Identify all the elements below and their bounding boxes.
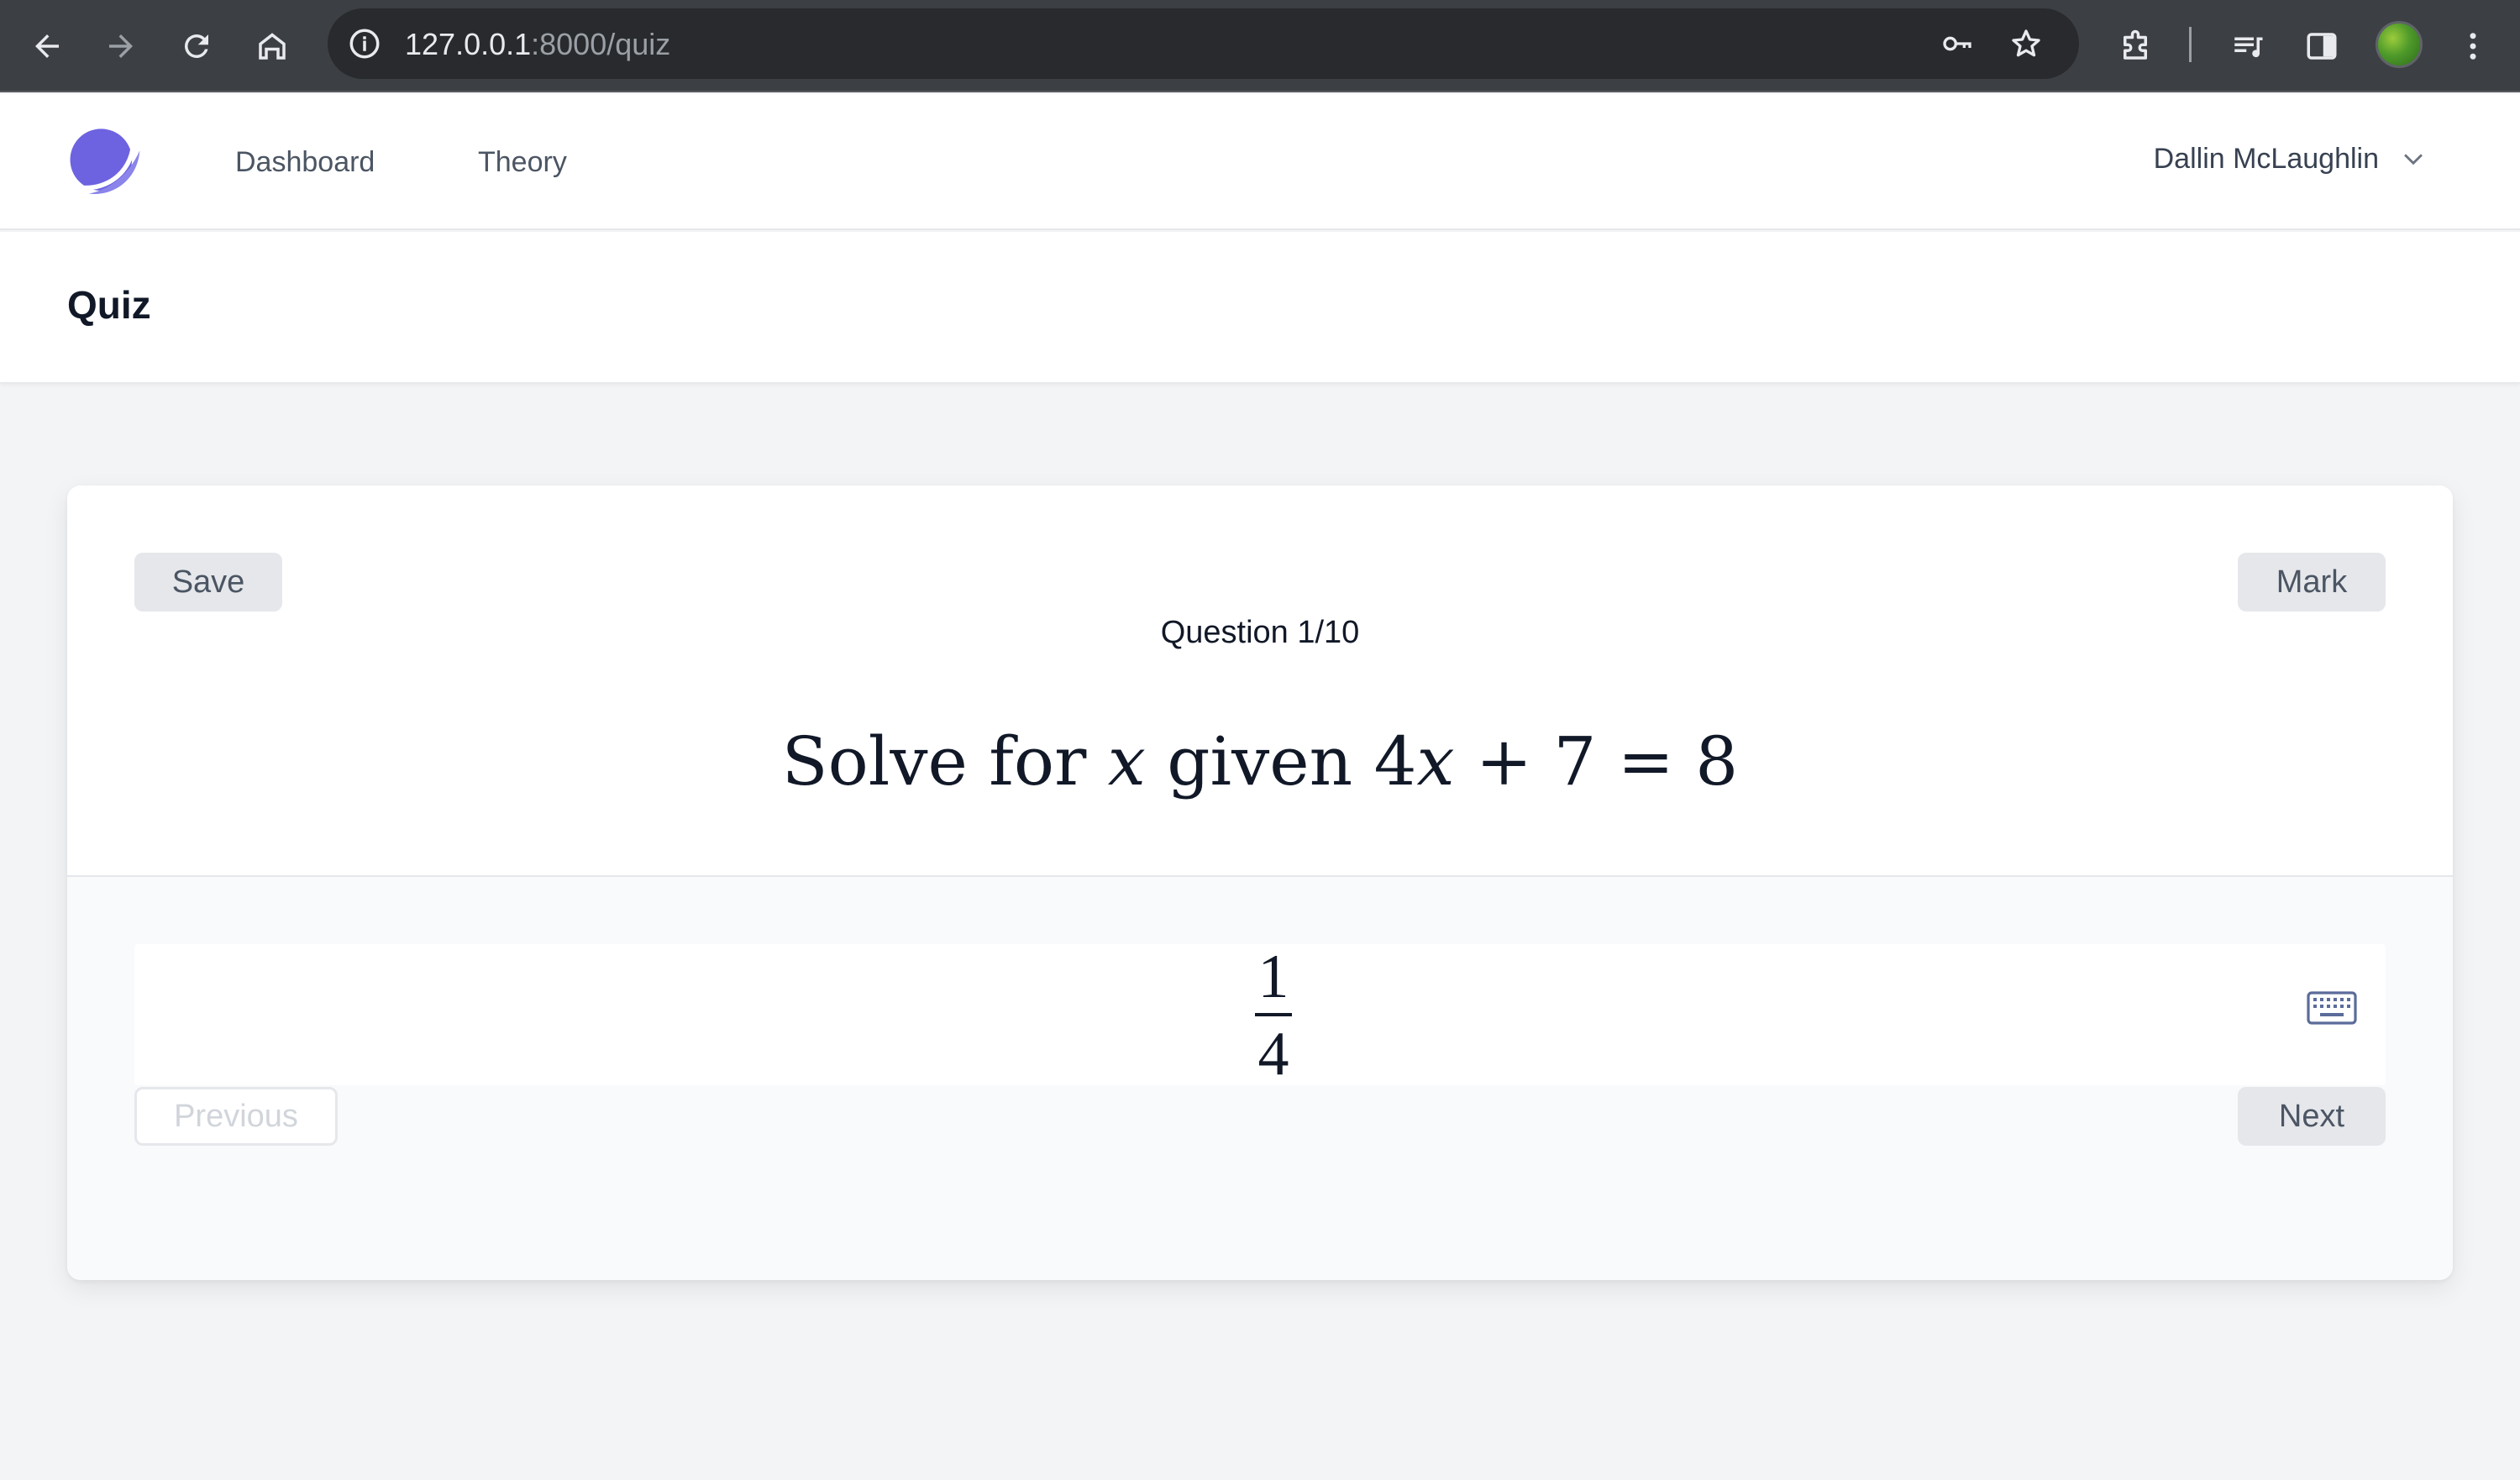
answer-panel: 1 4 Previous Next <box>67 877 2453 1280</box>
forward-arrow-icon[interactable] <box>96 21 146 71</box>
answer-numerator: 1 <box>1257 942 1289 1011</box>
reload-icon[interactable] <box>171 21 222 71</box>
question-text: Solve for x given 4x + 7 = 8 <box>67 722 2453 800</box>
side-panel-icon[interactable] <box>2297 21 2347 71</box>
question-counter: Question 1/10 <box>1160 615 1360 650</box>
save-button[interactable]: Save <box>134 553 282 611</box>
keyboard-icon[interactable] <box>2307 991 2357 1025</box>
star-icon[interactable] <box>2006 24 2046 64</box>
app-logo-icon[interactable] <box>66 123 143 200</box>
question-given: given 4 <box>1145 722 1417 800</box>
back-arrow-icon[interactable] <box>22 21 72 71</box>
question-variable-2: x <box>1416 722 1455 800</box>
toolbar-separator <box>2189 27 2192 62</box>
next-button[interactable]: Next <box>2238 1087 2386 1146</box>
question-variable: x <box>1107 722 1146 800</box>
page-title: Quiz <box>67 283 151 327</box>
answer-math-field[interactable]: 1 4 <box>134 944 2386 1085</box>
site-info-icon[interactable] <box>344 24 385 64</box>
url-text[interactable]: 127.0.0.1:8000/quiz <box>405 27 670 62</box>
page-header: Quiz <box>0 232 2520 383</box>
answer-denominator: 4 <box>1257 1020 1289 1089</box>
mark-button[interactable]: Mark <box>2238 553 2386 611</box>
address-bar[interactable]: 127.0.0.1:8000/quiz <box>328 8 2079 79</box>
fraction-bar <box>1255 1013 1292 1016</box>
user-menu[interactable]: Dallin McLaughlin <box>2154 143 2428 176</box>
profile-avatar[interactable] <box>2376 21 2423 68</box>
extensions-icon[interactable] <box>2110 21 2160 71</box>
chevron-down-icon <box>2404 153 2423 165</box>
key-icon[interactable] <box>1937 24 1977 64</box>
quiz-card: Save Mark Question 1/10 Solve for x give… <box>67 485 2453 1280</box>
question-prefix: Solve for <box>781 722 1108 800</box>
app-navbar: Dashboard Theory Dallin McLaughlin <box>0 94 2520 230</box>
previous-button[interactable]: Previous <box>134 1087 338 1146</box>
nav-theory-link[interactable]: Theory <box>478 146 567 179</box>
nav-dashboard-link[interactable]: Dashboard <box>235 146 375 179</box>
browser-toolbar: 127.0.0.1:8000/quiz <box>0 0 2520 92</box>
question-panel: Save Mark Question 1/10 Solve for x give… <box>67 485 2453 877</box>
home-icon[interactable] <box>247 21 297 71</box>
question-equation-rest: + 7 = 8 <box>1454 722 1739 800</box>
url-host: 127.0.0.1 <box>405 27 532 61</box>
media-icon[interactable] <box>2223 21 2273 71</box>
url-path: :8000/quiz <box>531 27 671 61</box>
answer-fraction: 1 4 <box>1240 946 1307 1085</box>
more-vert-icon[interactable] <box>2448 21 2498 71</box>
user-name: Dallin McLaughlin <box>2153 143 2379 175</box>
